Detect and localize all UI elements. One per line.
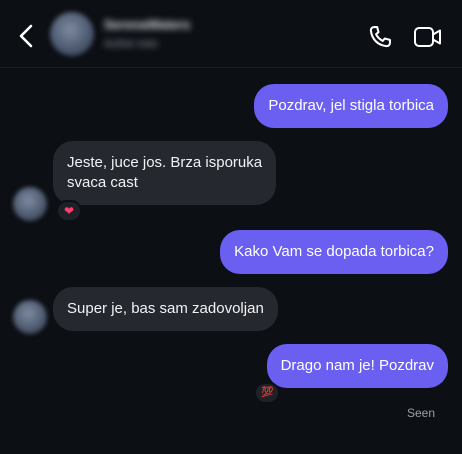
sent-message[interactable]: Pozdrav, jel stigla torbica [254,84,448,128]
contact-avatar-small[interactable] [13,300,47,334]
message-text: Pozdrav, jel stigla torbica [268,97,434,114]
received-message[interactable]: Jeste, juce jos. Brza isporuka svaca cas… [53,141,277,205]
message-text: Drago nam je! Pozdrav [280,357,434,374]
message-text-line-2: svaca cast [67,174,138,191]
phone-icon [369,26,391,48]
seen-status: Seen [406,406,435,420]
message-reaction[interactable]: ❤ [56,200,82,222]
message-reaction[interactable]: 💯 [254,382,281,404]
video-camera-icon [414,27,441,47]
heart-reaction-icon: ❤ [63,204,75,218]
message-text-line-1: Jeste, juce jos. Brza isporuka [67,154,263,171]
chat-header: SerenaWaters Active now [0,0,462,68]
chevron-left-icon [19,24,33,48]
message-text: Super je, bas sam zadovoljan [67,300,264,317]
message-text: Kako Vam se dopada torbica? [234,243,434,260]
contact-status: Active now [104,38,158,50]
hundred-points-reaction-icon: 💯 [261,387,274,398]
sent-message[interactable]: Drago nam je! Pozdrav [266,344,448,388]
contact-name[interactable]: SerenaWaters [104,17,190,32]
contact-avatar-small[interactable] [13,187,47,221]
received-message[interactable]: Super je, bas sam zadovoljan [53,287,278,331]
chat-screen: SerenaWaters Active now Pozdrav, jel sti… [0,0,462,454]
back-button[interactable] [14,22,38,50]
contact-avatar[interactable] [50,12,94,56]
video-call-button[interactable] [413,24,443,50]
sent-message[interactable]: Kako Vam se dopada torbica? [220,230,448,274]
audio-call-button[interactable] [367,24,393,50]
